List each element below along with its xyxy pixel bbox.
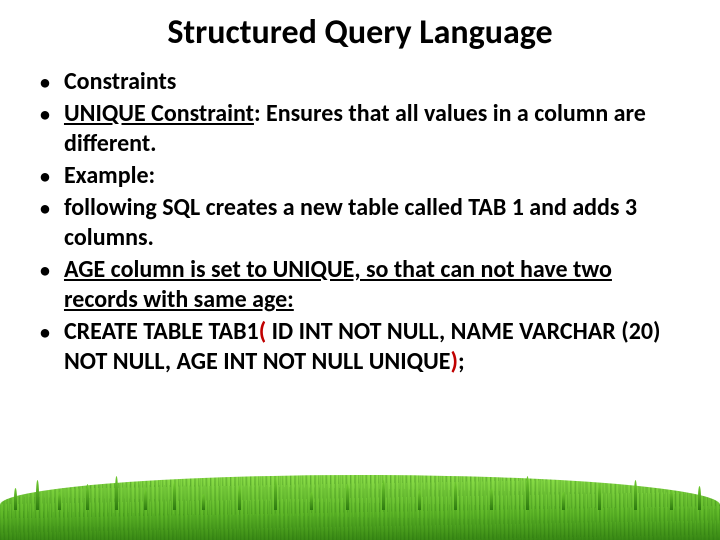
- grass-blades: [0, 460, 720, 510]
- content-area: • Constraints • UNIQUE Constraint: Ensur…: [40, 67, 680, 377]
- slide-title: Structured Query Language: [40, 12, 680, 53]
- bullet-item: • UNIQUE Constraint: Ensures that all va…: [40, 99, 680, 159]
- bullet-marker: •: [40, 255, 50, 315]
- bullet-marker: •: [40, 317, 50, 377]
- bullet-text: following SQL creates a new table called…: [64, 193, 680, 253]
- bullet-text: Constraints: [64, 67, 680, 97]
- hill-shape: [0, 440, 720, 540]
- bullet-item: • Constraints: [40, 67, 680, 97]
- text-span: ;: [458, 347, 465, 376]
- underlined-text: UNIQUE Constraint: [64, 99, 254, 128]
- grass-texture: [0, 475, 720, 540]
- bullet-text: CREATE TABLE TAB1( ID INT NOT NULL, NAME…: [64, 317, 680, 377]
- bullet-marker: •: [40, 67, 50, 97]
- red-text: ): [450, 347, 457, 376]
- bullet-marker: •: [40, 99, 50, 159]
- bullet-text: Example:: [64, 161, 680, 191]
- bullet-item: • AGE column is set to UNIQUE, so that c…: [40, 255, 680, 315]
- bullet-item: • following SQL creates a new table call…: [40, 193, 680, 253]
- slide: Structured Query Language • Constraints …: [0, 0, 720, 540]
- bullet-item: • Example:: [40, 161, 680, 191]
- text-span: CREATE TABLE TAB1: [64, 317, 259, 346]
- bullet-marker: •: [40, 193, 50, 253]
- grass-background: [0, 430, 720, 540]
- bullet-marker: •: [40, 161, 50, 191]
- bullet-item: • CREATE TABLE TAB1( ID INT NOT NULL, NA…: [40, 317, 680, 377]
- bullet-text: UNIQUE Constraint: Ensures that all valu…: [64, 99, 680, 159]
- bullet-text: AGE column is set to UNIQUE, so that can…: [64, 255, 680, 315]
